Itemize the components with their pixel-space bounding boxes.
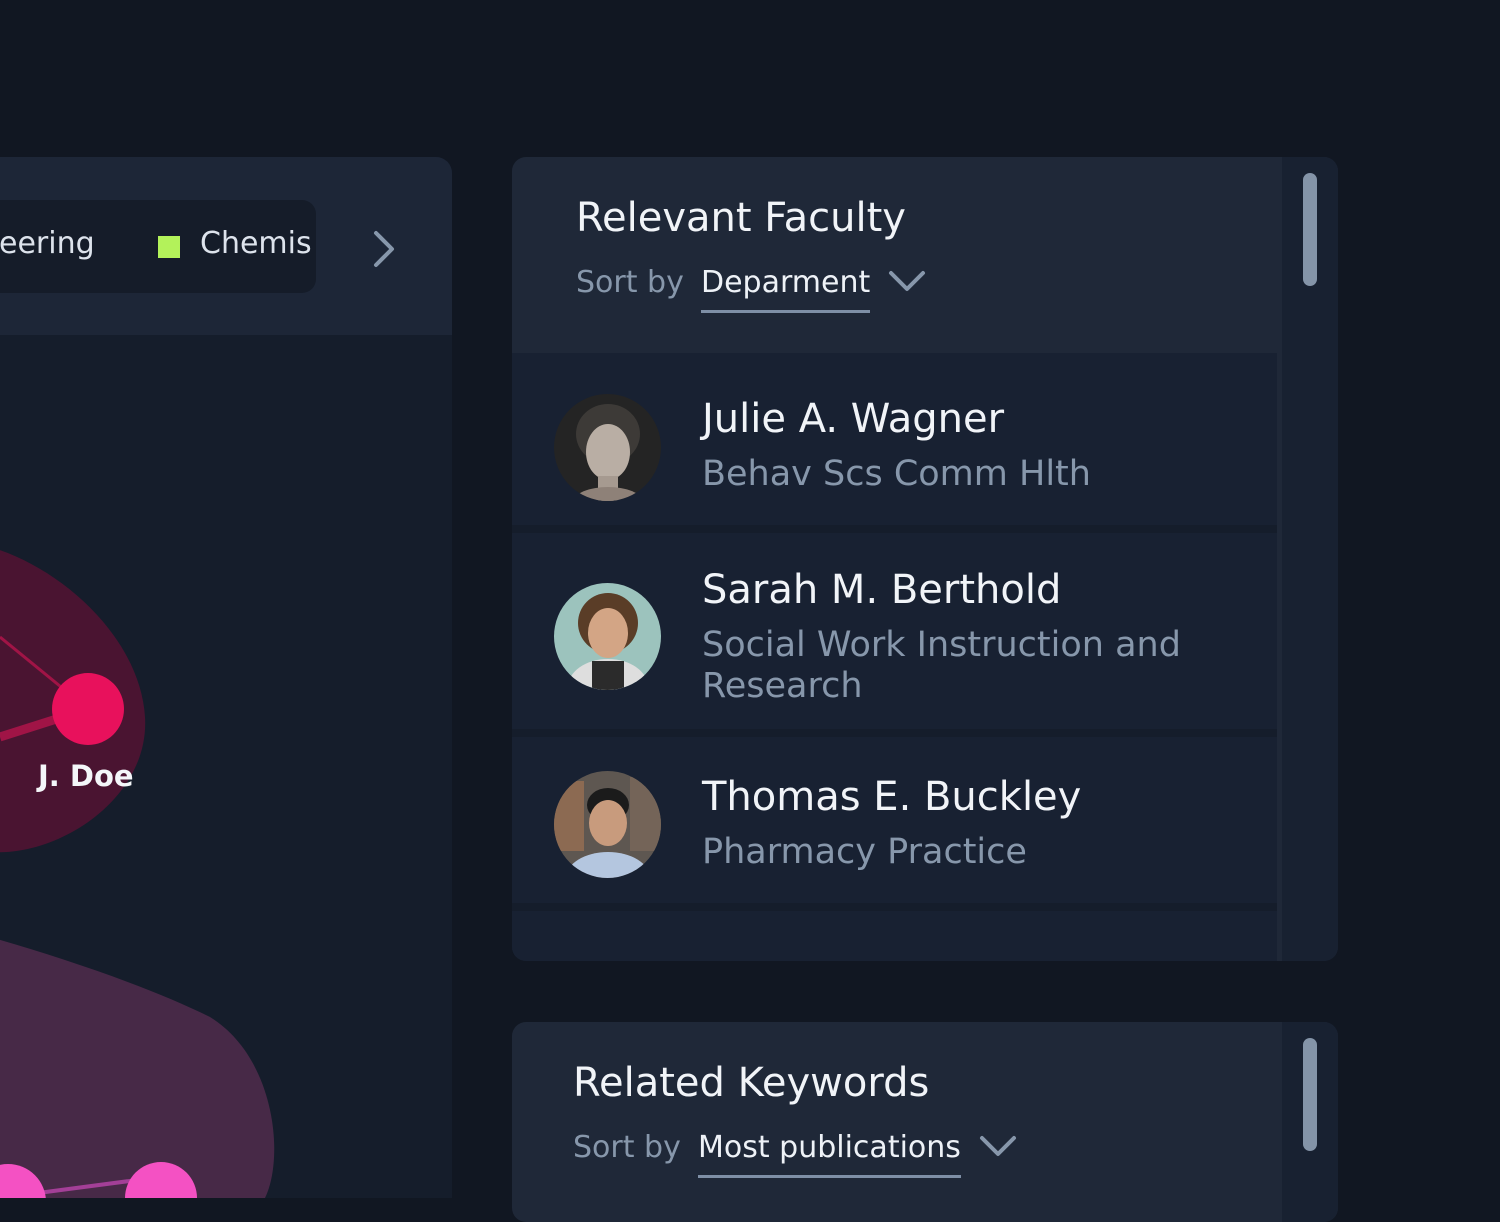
graph-panel: neering Chemis J. Doe [0, 157, 452, 1198]
chevron-down-icon [979, 1136, 1016, 1156]
legend-next-button[interactable] [362, 227, 406, 271]
keywords-scrollbar[interactable] [1282, 1022, 1338, 1222]
faculty-name: Julie A. Wagner [702, 396, 1005, 442]
faculty-row-sarah-berthold[interactable]: Sarah M. Berthold Social Work Instructio… [512, 533, 1277, 729]
chevron-right-icon [374, 231, 394, 267]
keywords-sort-dropdown[interactable]: Most publications [698, 1130, 1017, 1178]
avatar [554, 771, 661, 878]
faculty-scrollbar[interactable] [1282, 157, 1338, 961]
faculty-row-julie-wagner[interactable]: Julie A. Wagner Behav Scs Comm Hlth [512, 353, 1277, 525]
legend-scroller: neering Chemis [0, 200, 316, 293]
relevant-faculty-card: Relevant Faculty Sort by Deparment Julie… [512, 157, 1338, 961]
faculty-sort-label: Sort by [576, 265, 684, 300]
faculty-name: Thomas E. Buckley [702, 774, 1082, 820]
faculty-name: Sarah M. Berthold [702, 567, 1062, 613]
legend-swatch-chemistry [158, 236, 180, 258]
avatar [554, 583, 661, 690]
keywords-scrollbar-thumb[interactable] [1303, 1038, 1317, 1151]
faculty-department: Social Work Instruction and Research [702, 625, 1181, 706]
faculty-scrollbar-thumb[interactable] [1303, 173, 1317, 286]
faculty-sort-dropdown[interactable]: Deparment [701, 265, 926, 313]
keywords-title: Related Keywords [573, 1060, 930, 1106]
faculty-row[interactable] [512, 911, 1277, 961]
avatar [554, 394, 661, 501]
legend-bar: neering Chemis [0, 157, 452, 335]
faculty-department: Behav Scs Comm Hlth [702, 454, 1091, 494]
chevron-down-icon [889, 271, 926, 291]
legend-item-chemistry[interactable]: Chemis [200, 226, 312, 261]
node-label-jdoe: J. Doe [38, 759, 134, 793]
keywords-sort-value: Most publications [698, 1130, 961, 1178]
faculty-title: Relevant Faculty [576, 195, 906, 241]
faculty-row-thomas-buckley[interactable]: Thomas E. Buckley Pharmacy Practice [512, 737, 1277, 903]
faculty-department: Pharmacy Practice [702, 832, 1027, 872]
cluster-blob-secondary [0, 939, 275, 1198]
legend-item-engineering[interactable]: neering [0, 226, 95, 261]
keywords-sort-label: Sort by [573, 1130, 681, 1165]
faculty-sort-value: Deparment [701, 265, 871, 313]
graph-node-jdoe[interactable] [52, 673, 124, 745]
faculty-list: Julie A. Wagner Behav Scs Comm Hlth Sara… [512, 353, 1277, 961]
related-keywords-card: Related Keywords Sort by Most publicatio… [512, 1022, 1338, 1222]
